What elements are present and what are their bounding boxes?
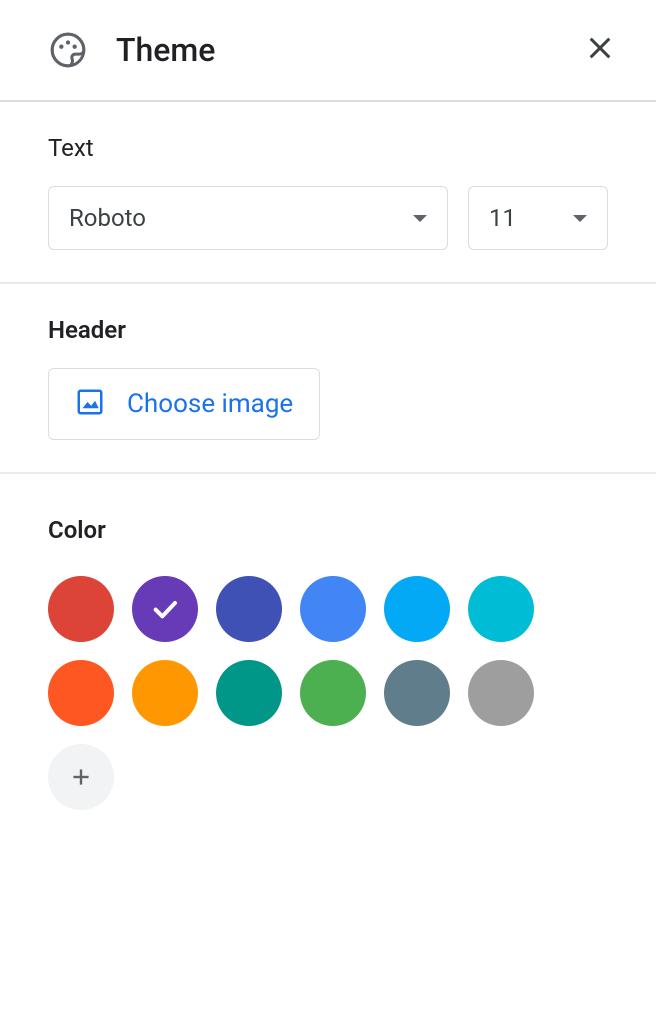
color-swatch-red-orange[interactable] xyxy=(48,576,114,642)
color-swatch-light-blue[interactable] xyxy=(384,576,450,642)
panel-header: Theme xyxy=(0,0,656,102)
text-section-title: Text xyxy=(48,134,608,162)
header-image-section: Header Choose image xyxy=(0,284,656,474)
choose-image-button[interactable]: Choose image xyxy=(48,368,320,440)
font-dropdown-value: Roboto xyxy=(69,204,146,232)
color-section-title: Color xyxy=(48,516,608,544)
color-swatch-blue[interactable] xyxy=(300,576,366,642)
color-swatch-indigo[interactable] xyxy=(216,576,282,642)
color-swatch-light-green[interactable] xyxy=(300,660,366,726)
text-controls: Roboto 11 xyxy=(48,186,608,250)
panel-title: Theme xyxy=(116,31,215,69)
image-icon xyxy=(75,387,105,421)
close-icon xyxy=(584,32,616,68)
color-swatch-green[interactable] xyxy=(216,660,282,726)
chevron-down-icon xyxy=(413,215,427,222)
chevron-down-icon xyxy=(573,215,587,222)
color-swatch-grey[interactable] xyxy=(468,660,534,726)
font-size-value: 11 xyxy=(489,204,516,232)
choose-image-label: Choose image xyxy=(127,389,293,419)
color-swatch-deep-orange[interactable] xyxy=(48,660,114,726)
color-swatch-teal[interactable] xyxy=(468,576,534,642)
color-swatch-orange[interactable] xyxy=(132,660,198,726)
color-swatch-purple[interactable] xyxy=(132,576,198,642)
color-swatch-blue-grey[interactable] xyxy=(384,660,450,726)
palette-icon xyxy=(48,30,88,70)
font-dropdown[interactable]: Roboto xyxy=(48,186,448,250)
text-section: Text Roboto 11 xyxy=(0,102,656,284)
color-grid xyxy=(48,576,568,810)
check-icon xyxy=(149,593,181,625)
color-section: Color xyxy=(0,474,656,852)
add-custom-color-button[interactable] xyxy=(48,744,114,810)
close-button[interactable] xyxy=(576,24,624,76)
header-section-title: Header xyxy=(48,316,608,344)
font-size-dropdown[interactable]: 11 xyxy=(468,186,608,250)
plus-icon xyxy=(68,764,94,790)
